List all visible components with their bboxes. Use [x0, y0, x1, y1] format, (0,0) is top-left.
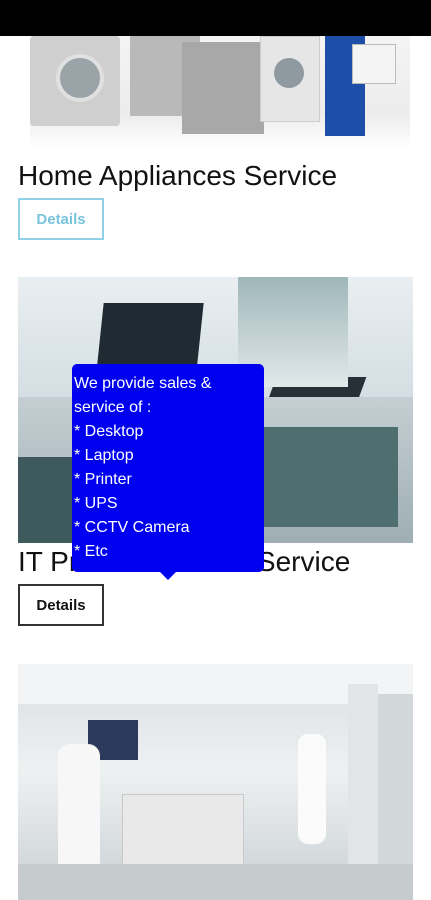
details-button-it-products[interactable]: Details	[18, 584, 104, 626]
card-title-home-appliances: Home Appliances Service	[18, 160, 338, 191]
home-appliances-image	[30, 36, 410, 148]
tooltip-arrow-icon	[160, 572, 176, 580]
services-tooltip: We provide sales & service of : * Deskto…	[72, 364, 264, 580]
card-title-it-products-start: IT Pr	[18, 546, 79, 577]
tooltip-line: * UPS	[74, 495, 118, 512]
tooltip-line: * CCTV Camera	[74, 519, 190, 536]
tooltip-line: * Laptop	[74, 447, 134, 464]
tooltip-line: * Desktop	[74, 423, 144, 440]
tooltip-line: We provide sales &	[74, 375, 212, 392]
tooltip-line: * Printer	[74, 471, 132, 488]
tooltip-line: service of :	[74, 399, 152, 416]
laboratory-image	[18, 664, 413, 900]
details-button-home-appliances[interactable]: Details	[18, 198, 104, 240]
status-bar	[0, 0, 431, 36]
tooltip-line: * Etc	[74, 543, 108, 560]
